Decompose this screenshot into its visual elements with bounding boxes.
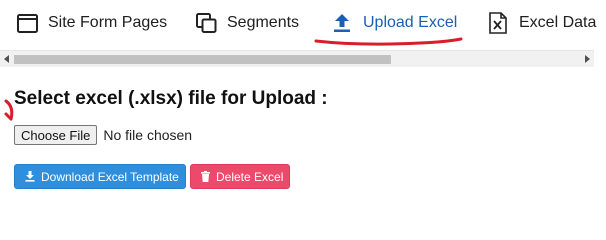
tab-label: Site Form Pages [48, 14, 168, 31]
tab-label: Segments [227, 14, 300, 31]
window-icon [16, 12, 38, 34]
no-file-chosen-text: No file chosen [103, 127, 193, 143]
scroll-right-icon[interactable] [580, 51, 594, 67]
tab-bar: Site Form Pages Segments Upload Excel Ex… [0, 0, 606, 49]
tab-site-form-pages[interactable]: Site Form Pages [16, 0, 167, 46]
tab-label: Excel Data [519, 14, 597, 31]
scrollbar-thumb[interactable] [14, 55, 391, 64]
download-excel-template-button[interactable]: Download Excel Template [14, 164, 186, 189]
download-template-label: Download Excel Template [41, 169, 179, 184]
upload-heading: Select excel (.xlsx) file for Upload : [14, 88, 328, 109]
copy-icon [195, 12, 217, 34]
trash-icon [201, 171, 210, 182]
tab-segments[interactable]: Segments [195, 0, 299, 46]
delete-excel-label: Delete Excel [216, 169, 284, 184]
download-icon [25, 171, 35, 182]
tab-label: Upload Excel [363, 14, 458, 31]
excel-file-icon [487, 12, 509, 34]
horizontal-scrollbar[interactable] [0, 50, 594, 67]
delete-excel-button[interactable]: Delete Excel [190, 164, 290, 189]
tab-excel-data[interactable]: Excel Data [487, 0, 596, 46]
file-input-row: Choose File No file chosen [14, 125, 192, 145]
scroll-left-icon[interactable] [0, 51, 14, 67]
tab-upload-excel[interactable]: Upload Excel [331, 0, 457, 46]
upload-arrow-icon [331, 12, 353, 34]
choose-file-button[interactable]: Choose File [14, 125, 98, 145]
